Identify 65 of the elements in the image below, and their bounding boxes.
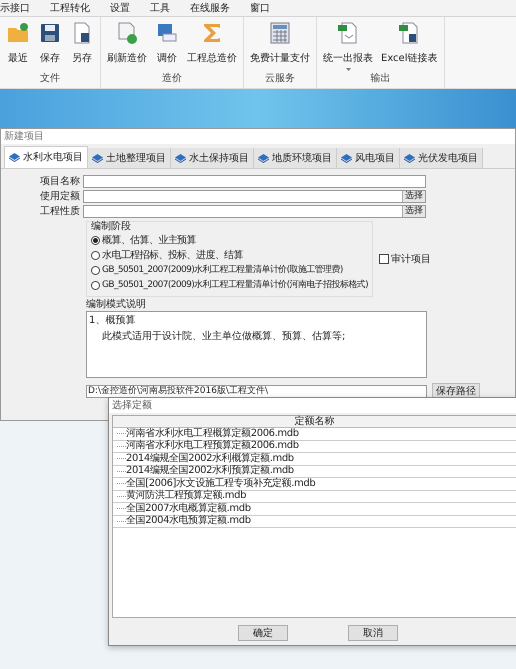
project-type-tab[interactable]: 风电项目: [337, 148, 400, 168]
project-type-tab[interactable]: 地质环境项目: [254, 148, 337, 168]
window-title: 新建项目: [4, 130, 44, 144]
ribbon-button[interactable]: Excel链接表: [379, 21, 440, 72]
ribbon-button[interactable]: 另存: [68, 21, 96, 72]
group-label: 云服务: [264, 72, 296, 86]
diamond-icon: [341, 154, 352, 162]
diamond-icon: [92, 154, 103, 162]
ribbon-button[interactable]: 保存: [36, 21, 64, 72]
calculator-icon: [268, 21, 292, 45]
project-type-tab[interactable]: 水利水电项目: [4, 146, 88, 168]
quota-row[interactable]: 全国[2006]水文设施工程专项补充定额.mdb: [126, 478, 316, 490]
ribbon-button[interactable]: 最近: [4, 21, 32, 72]
group-label: 文件: [39, 72, 61, 86]
quota-row[interactable]: 全国2007水电概算定额.mdb: [126, 502, 251, 515]
input-field[interactable]: [83, 175, 426, 188]
ribbon-button[interactable]: 工程总造价: [185, 21, 239, 72]
menu-item[interactable]: 设置: [110, 0, 130, 16]
audit-checkbox[interactable]: 审计项目: [379, 252, 432, 266]
ribbon-button[interactable]: 调价: [153, 21, 181, 72]
stage-radio[interactable]: 水电工程招标、投标、进度、结算: [91, 248, 244, 263]
ribbon-button[interactable]: 刷新造价: [105, 21, 149, 72]
stage-radio[interactable]: 概算、估算、业主预算: [91, 233, 196, 248]
quota-row[interactable]: 河南省水利水电工程概算定额2006.mdb: [126, 428, 299, 440]
menu-item[interactable]: 示接口: [0, 0, 30, 16]
diamond-icon: [175, 154, 186, 162]
quota-row[interactable]: 黄河防洪工程预算定额.mdb: [126, 490, 246, 502]
column-header: 定额名称: [113, 416, 516, 428]
diamond-icon: [9, 153, 20, 162]
group-label: 造价: [161, 72, 183, 86]
stage-radio[interactable]: GB_50501_2007(2009)水利工程工程量清单计价(取施工管理费): [91, 263, 343, 278]
description-line: 1、概预算: [89, 314, 136, 328]
menu-item[interactable]: 工具: [150, 0, 170, 16]
description-line: 此模式适用于设计院、业主单位做概算、预算、估算等;: [101, 330, 346, 344]
diamond-icon: [258, 154, 269, 162]
menu-item[interactable]: 工程转化: [50, 0, 90, 16]
field-label: 项目名称: [39, 175, 81, 188]
input-field[interactable]: 选择: [83, 190, 426, 203]
group-title: 编制阶段: [91, 221, 132, 233]
caret-icon: [346, 68, 350, 71]
group-label: 输出: [369, 72, 392, 86]
project-type-tab[interactable]: 水土保持项目: [171, 148, 254, 168]
dialog-button[interactable]: 确定: [238, 625, 288, 641]
dialog-title: 选择定额: [112, 398, 152, 413]
field-label: 工程性质: [39, 205, 81, 218]
quota-row[interactable]: 河南省水利水电工程预算定额2006.mdb: [126, 440, 299, 452]
group-title: 编制模式说明: [86, 299, 147, 311]
quota-row[interactable]: 2014编规全国2002水利预算定额.mdb: [126, 465, 294, 478]
diamond-icon: [404, 154, 415, 162]
input-field[interactable]: 选择: [83, 205, 426, 218]
field-label: 使用定额: [39, 190, 81, 203]
menu-item[interactable]: 在线服务: [190, 0, 230, 16]
menu-item[interactable]: 窗口: [250, 0, 270, 16]
stage-radio[interactable]: GB_50501_2007(2009)水利工程工程量清单计价(河南电子招投标格式): [91, 278, 368, 293]
save-path-field[interactable]: D:\金控造价\河南易投软件2016版\工程文件\: [86, 384, 427, 398]
quota-row[interactable]: 全国2004水电预算定额.mdb: [126, 515, 251, 528]
folder-icon: [6, 21, 30, 45]
project-type-tab[interactable]: 土地整理项目: [88, 148, 171, 168]
ribbon-button[interactable]: 统一出报表: [321, 21, 375, 72]
dialog-button[interactable]: 取消: [348, 625, 398, 641]
select-button[interactable]: 选择: [402, 191, 425, 202]
quota-row[interactable]: 2014编规全国2002水利概算定额.mdb: [126, 452, 294, 465]
select-button[interactable]: 选择: [402, 206, 425, 217]
ribbon-button[interactable]: 免费计量支付: [248, 21, 312, 72]
project-type-tab[interactable]: 光伏发电项目: [400, 148, 483, 168]
